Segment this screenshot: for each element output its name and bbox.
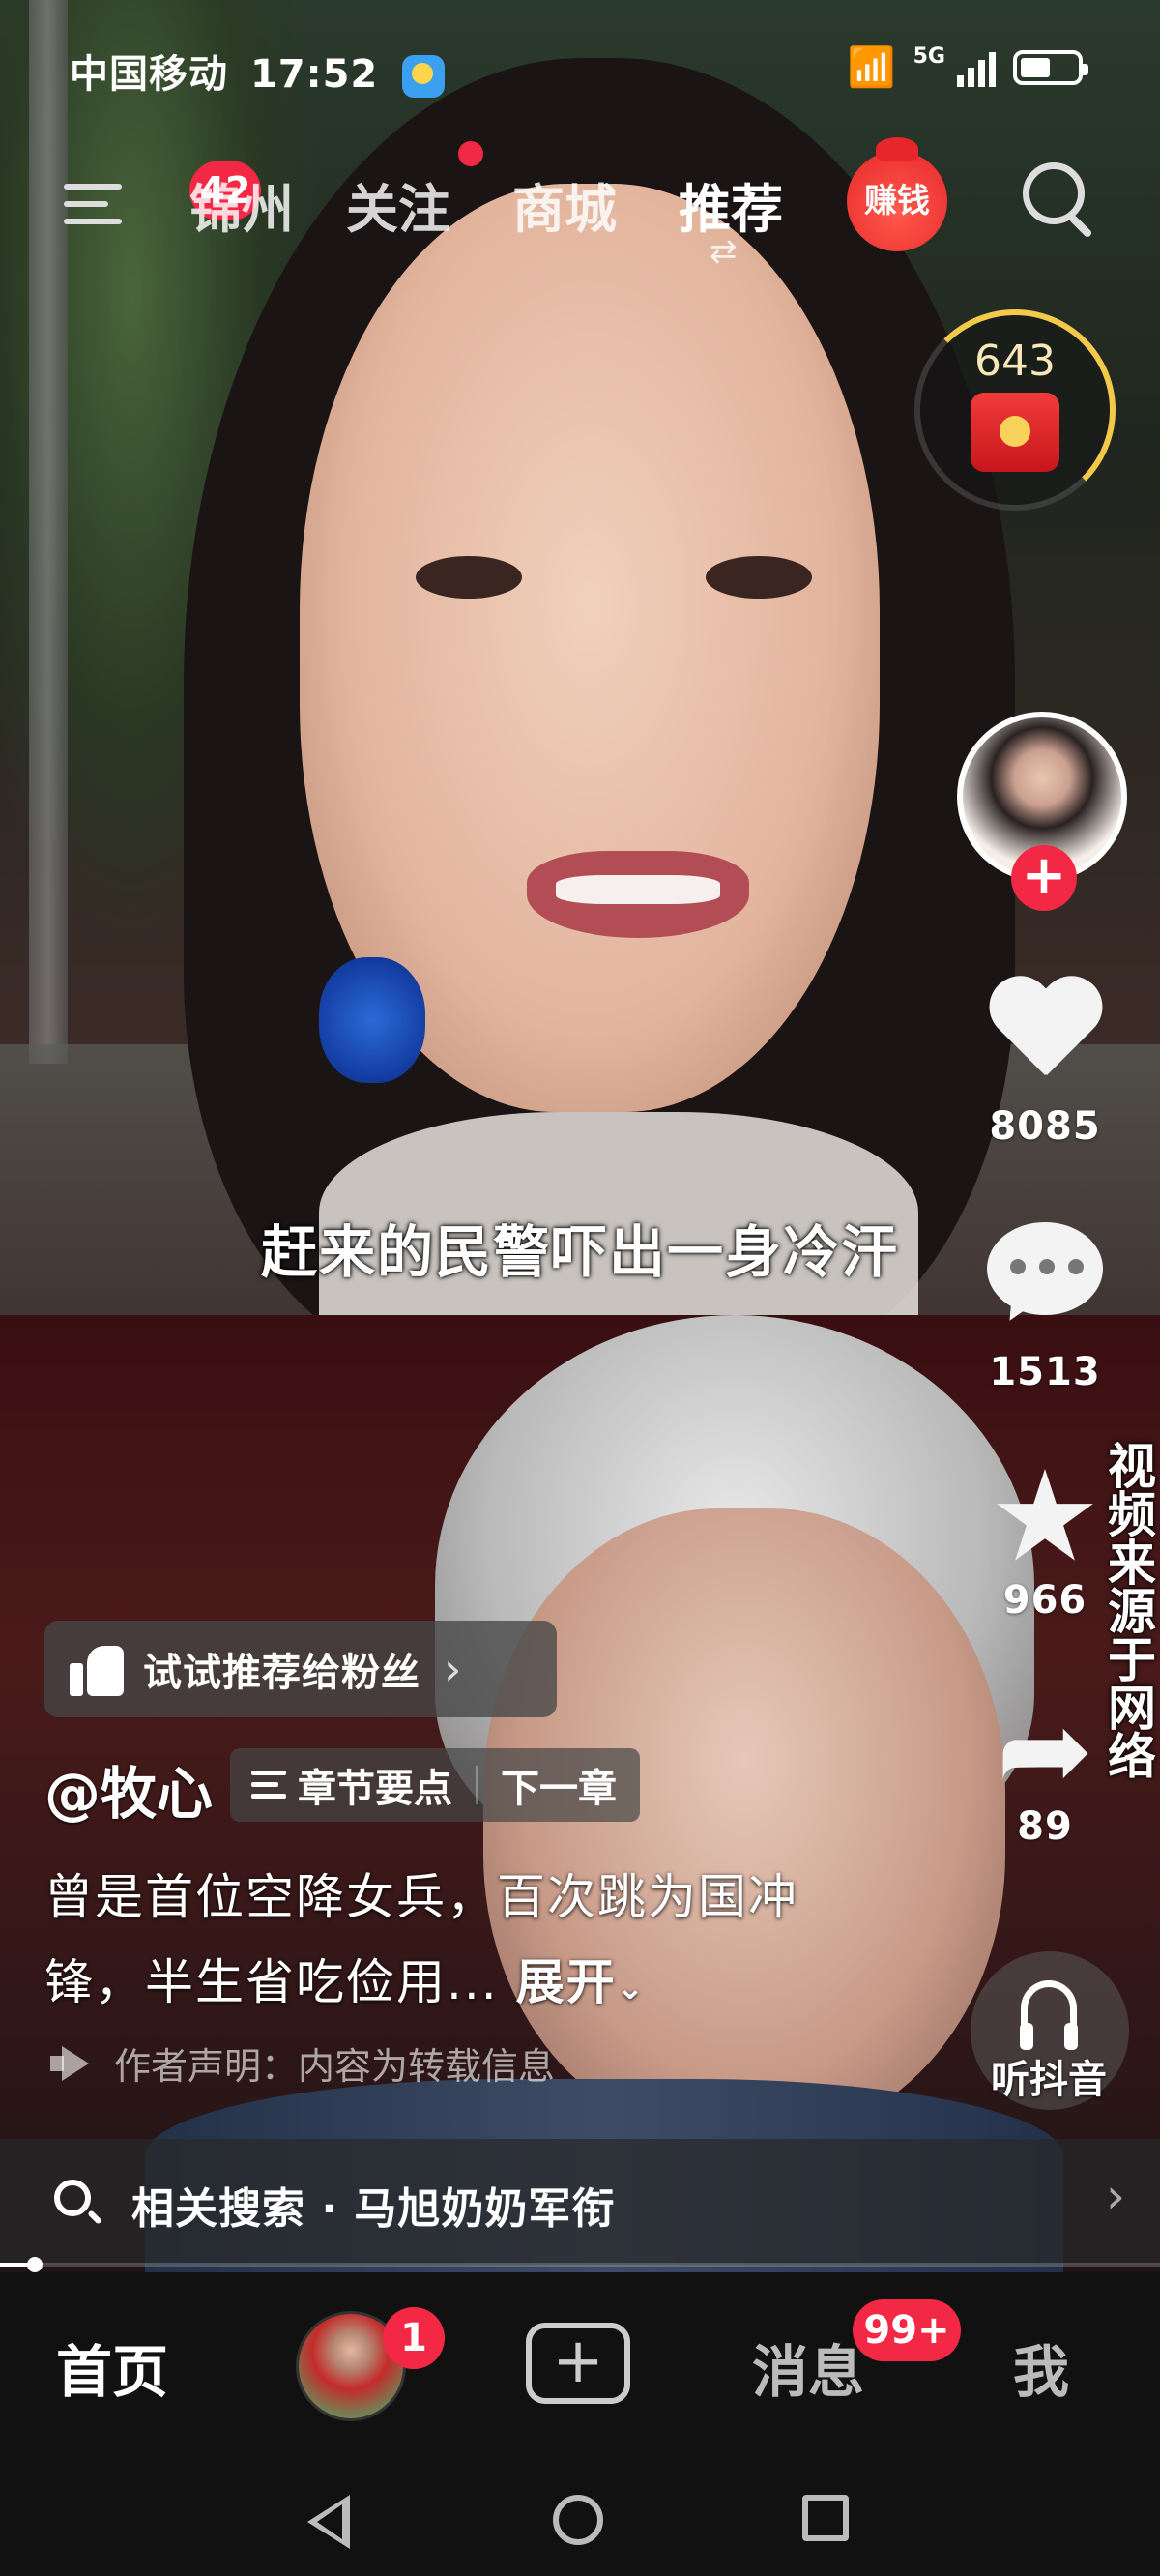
system-nav-bar: [0, 2456, 1160, 2576]
messages-badge: 99+: [853, 2299, 961, 2361]
carrier-label: 中国移动: [70, 52, 228, 97]
search-button[interactable]: [1023, 162, 1100, 240]
comment-icon: [987, 1222, 1103, 1329]
plus-icon: +: [552, 2326, 604, 2397]
coin-count: 643: [974, 337, 1056, 386]
battery-icon: [1013, 49, 1088, 85]
top-nav: 42 锦州 关注 商城 推荐 ⇄ 赚钱: [0, 137, 1160, 271]
tab-mall[interactable]: 商城: [512, 166, 617, 243]
heart-icon: [985, 979, 1105, 1085]
video-caption: 赶来的民警吓出一身冷汗: [261, 1219, 900, 1285]
back-icon[interactable]: [307, 2495, 350, 2549]
home-icon[interactable]: [553, 2495, 603, 2545]
recommend-label: 试试推荐给粉丝: [143, 1651, 420, 1695]
status-bar: 中国移动 17:52 📶 5G: [0, 0, 1160, 135]
author-disclaimer: 作者声明：内容为转载信息: [50, 2036, 555, 2090]
chevron-down-icon: ⌄: [616, 1969, 647, 2007]
network-type: 5G: [913, 44, 945, 69]
status-carrier-time: 中国移动 17:52: [70, 43, 446, 99]
tab-local[interactable]: 锦州: [189, 166, 294, 243]
tab-me[interactable]: 我: [1013, 2327, 1069, 2408]
video-description[interactable]: 曾是首位空降女兵，百次跳为国冲锋，半生省吃俭用... 展开⌄: [44, 1855, 837, 2031]
megaphone-icon: [50, 2046, 91, 2081]
listen-label: 听抖音: [991, 2058, 1107, 2102]
chevron-right-icon: ›: [444, 1643, 462, 1695]
following-dot: [458, 141, 483, 166]
thumbs-up-icon: [70, 1642, 124, 1696]
related-search-bar[interactable]: 相关搜索 · 马旭奶奶军衔 ›: [0, 2139, 1160, 2265]
chevron-right-icon: ›: [1106, 2168, 1125, 2224]
app-screen: 中国移动 17:52 📶 5G 42 锦州 关注 商城 推荐 ⇄ 赚钱 643 …: [0, 0, 1160, 2576]
description-text: 曾是首位空降女兵，百次跳为国冲锋，半生省吃俭用...: [44, 1869, 798, 2010]
search-icon: [54, 2180, 91, 2216]
wifi-icon: 📶: [847, 45, 896, 90]
list-icon: [251, 1769, 286, 1801]
follow-plus-button[interactable]: +: [1011, 845, 1077, 911]
author-name[interactable]: @牧心: [44, 1748, 213, 1830]
recent-apps-icon[interactable]: [802, 2495, 849, 2541]
earn-button[interactable]: 赚钱: [847, 137, 947, 251]
author-avatar[interactable]: +: [957, 712, 1127, 911]
disclaimer-text: 作者声明：内容为转载信息: [114, 2045, 556, 2088]
signal-icon: [957, 48, 996, 87]
chapter-summary-button[interactable]: 章节要点: [298, 1757, 452, 1813]
headphones-icon: [1020, 1980, 1078, 2050]
coin-widget[interactable]: 643: [914, 309, 1116, 511]
video-progress-bar[interactable]: [0, 2257, 1160, 2272]
like-button[interactable]: 8085: [968, 979, 1122, 1149]
menu-button[interactable]: 42: [64, 161, 261, 232]
related-search-text: 相关搜索 · 马旭奶奶军衔: [131, 2184, 616, 2234]
expand-button[interactable]: 展开⌄: [516, 1954, 647, 2010]
clock: 17:52: [249, 52, 379, 97]
weather-icon: [402, 55, 446, 98]
source-watermark: 视频来源于网络: [1100, 1441, 1156, 1779]
tab-following[interactable]: 关注: [346, 166, 450, 243]
bottom-tab-bar: 首页 1 + 消息 99+ 我: [0, 2272, 1160, 2456]
chapter-bar: 章节要点 下一章: [230, 1748, 640, 1822]
create-button[interactable]: +: [526, 2323, 630, 2404]
comment-count: 1513: [989, 1350, 1101, 1394]
tab-home[interactable]: 首页: [56, 2327, 168, 2408]
tab-messages[interactable]: 消息: [752, 2327, 864, 2408]
comment-button[interactable]: 1513: [968, 1222, 1122, 1394]
friends-badge: 1: [383, 2307, 445, 2369]
switch-arrows-icon: ⇄: [710, 232, 738, 271]
recommend-to-fans-button[interactable]: 试试推荐给粉丝 ›: [44, 1621, 557, 1717]
red-packet-icon: [971, 393, 1059, 472]
like-count: 8085: [989, 1104, 1101, 1149]
status-icons: 📶 5G: [847, 44, 1088, 90]
progress-knob[interactable]: [27, 2257, 43, 2272]
share-count: 89: [1017, 1804, 1073, 1849]
next-chapter-button[interactable]: 下一章: [501, 1757, 617, 1813]
expand-label: 展开: [515, 1954, 617, 2010]
